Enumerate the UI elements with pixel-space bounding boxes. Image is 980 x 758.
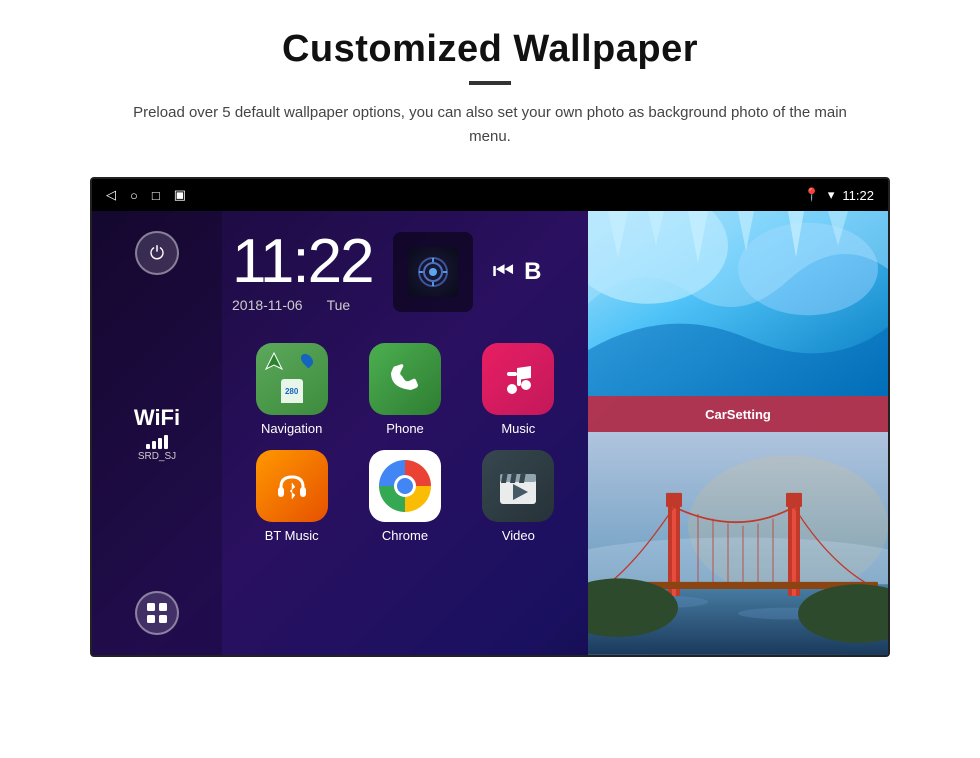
media-controls: ⏮ B: [493, 258, 542, 286]
back-icon[interactable]: ◁: [106, 187, 116, 203]
app-music[interactable]: Music: [469, 343, 568, 436]
right-panel: CarSetting: [588, 211, 888, 655]
wifi-label: WiFi: [134, 405, 180, 431]
bt-svg-icon: [273, 467, 311, 505]
clock-section: 11:22 2018-11-06 Tue: [232, 221, 578, 323]
recents-icon[interactable]: □: [152, 188, 160, 203]
app-phone[interactable]: Phone: [355, 343, 454, 436]
app-video[interactable]: Video: [469, 450, 568, 543]
clock-day-value: Tue: [327, 297, 351, 313]
home-icon[interactable]: ○: [130, 188, 138, 203]
wifi-widget: WiFi SRD_SJ: [134, 405, 180, 462]
nav-road: 280: [281, 379, 303, 403]
app-grid: 280 Navigation: [232, 343, 578, 543]
location-icon: 📍: [804, 187, 820, 203]
navigation-icon: 280: [256, 343, 328, 415]
app-bt-music[interactable]: BT Music: [242, 450, 341, 543]
music-signal-icon: [415, 254, 451, 290]
bridge-scene: [588, 432, 888, 655]
status-left: ◁ ○ □ ▣: [106, 187, 186, 203]
chrome-icon: [369, 450, 441, 522]
apps-grid-icon: [146, 602, 168, 624]
video-svg-icon: [496, 466, 540, 506]
wifi-bar-3: [158, 438, 162, 449]
page-container: Customized Wallpaper Preload over 5 defa…: [0, 0, 980, 758]
music-svg-icon: [499, 360, 537, 398]
wallpaper-bottom[interactable]: [588, 432, 888, 655]
apps-button[interactable]: [135, 591, 179, 635]
page-title: Customized Wallpaper: [282, 28, 698, 71]
app-chrome[interactable]: Chrome: [355, 450, 454, 543]
nav-arrow-icon: [264, 351, 284, 371]
b-label: B: [524, 258, 541, 286]
music-label: Music: [501, 421, 535, 436]
wifi-bar-4: [164, 435, 168, 449]
nav-number: 280: [285, 387, 298, 396]
chrome-ring: [379, 460, 431, 512]
bt-music-icon: [256, 450, 328, 522]
car-setting-bar[interactable]: CarSetting: [588, 396, 888, 432]
music-widget[interactable]: [393, 232, 473, 312]
phone-label: Phone: [386, 421, 424, 436]
title-divider: [469, 81, 511, 85]
bridge-svg: [588, 432, 888, 655]
wifi-ssid: SRD_SJ: [138, 451, 176, 462]
music-icon: [482, 343, 554, 415]
nav-pin: [298, 352, 315, 369]
chrome-center: [394, 475, 416, 497]
sidebar: ⏻ WiFi SRD_SJ: [92, 211, 222, 655]
music-icon-inner: [408, 247, 458, 297]
wallpaper-ice: [588, 211, 888, 396]
clock-date-value: 2018-11-06: [232, 297, 303, 313]
wifi-bar-2: [152, 441, 156, 449]
chrome-label: Chrome: [382, 528, 428, 543]
navigation-label: Navigation: [261, 421, 322, 436]
video-icon: [482, 450, 554, 522]
prev-track-icon[interactable]: ⏮: [493, 258, 515, 286]
ice-cave-svg: [588, 211, 888, 396]
status-time: 11:22: [842, 188, 874, 203]
clock-date: 2018-11-06 Tue: [232, 297, 373, 313]
wifi-bar-1: [146, 444, 150, 449]
page-subtitle: Preload over 5 default wallpaper options…: [130, 101, 850, 149]
wifi-bars: [146, 433, 168, 449]
bt-music-label: BT Music: [265, 528, 319, 543]
car-setting-label: CarSetting: [705, 407, 771, 422]
phone-icon: [369, 343, 441, 415]
screen-body: ⏻ WiFi SRD_SJ: [92, 211, 888, 655]
clock-time: 11:22: [232, 231, 373, 293]
power-button[interactable]: ⏻: [135, 231, 179, 275]
status-right: 📍 ▾ 11:22: [804, 187, 874, 203]
wifi-icon: ▾: [828, 187, 835, 203]
status-bar: ◁ ○ □ ▣ 📍 ▾ 11:22: [92, 179, 888, 211]
center-content: 11:22 2018-11-06 Tue: [222, 211, 588, 655]
screenshot-icon[interactable]: ▣: [174, 187, 186, 203]
device-frame: ◁ ○ □ ▣ 📍 ▾ 11:22 ⏻ WiFi: [90, 177, 890, 657]
phone-svg-icon: [386, 360, 424, 398]
video-label: Video: [502, 528, 535, 543]
clock-display: 11:22 2018-11-06 Tue: [232, 231, 373, 313]
app-navigation[interactable]: 280 Navigation: [242, 343, 341, 436]
wallpaper-top[interactable]: [588, 211, 888, 396]
